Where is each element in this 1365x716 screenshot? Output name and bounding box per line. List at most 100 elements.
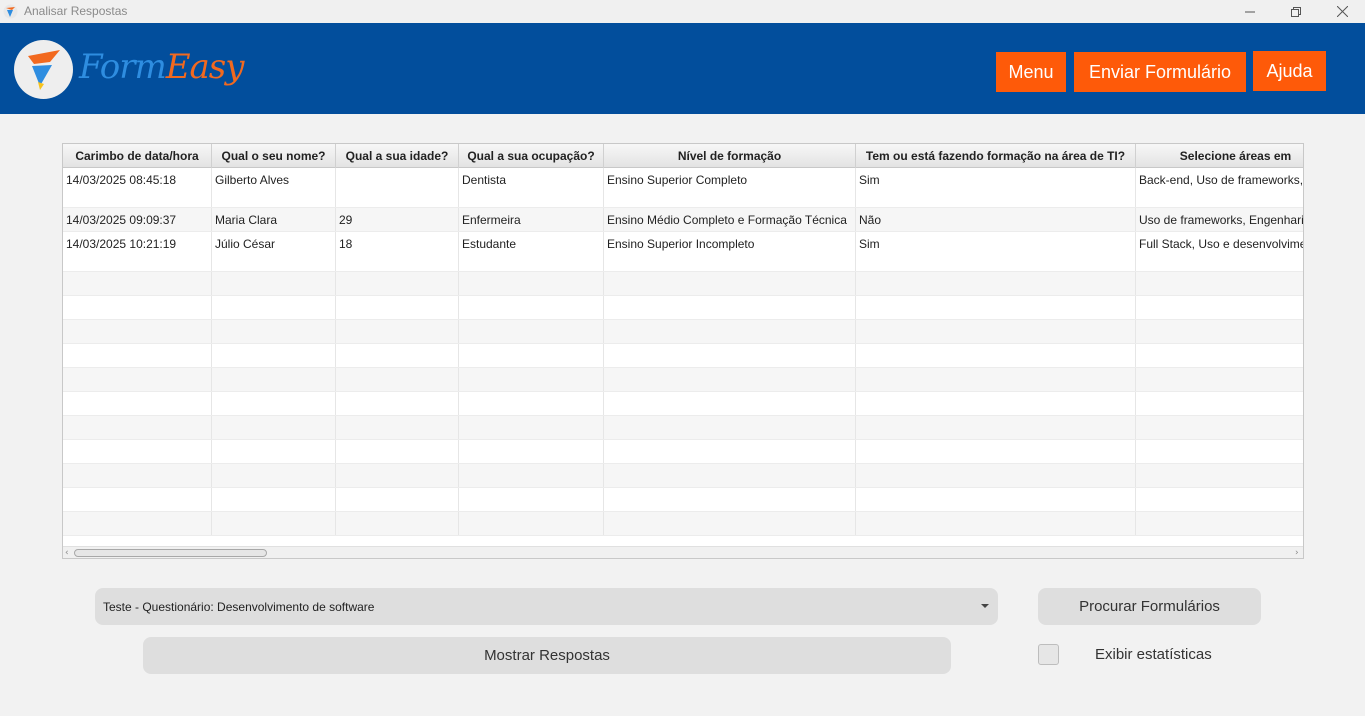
table-cell[interactable]	[336, 368, 459, 391]
table-cell[interactable]: Júlio César	[212, 232, 336, 271]
table-cell[interactable]: Maria Clara	[212, 208, 336, 231]
table-cell[interactable]	[856, 488, 1136, 511]
table-cell[interactable]	[336, 168, 459, 207]
table-cell[interactable]	[212, 296, 336, 319]
table-cell[interactable]: Ensino Superior Completo	[604, 168, 856, 207]
table-cell[interactable]: Estudante	[459, 232, 604, 271]
table-cell[interactable]	[459, 392, 604, 415]
empty-table-row[interactable]	[63, 272, 1303, 296]
table-cell[interactable]	[1136, 392, 1303, 415]
table-cell[interactable]	[63, 296, 212, 319]
table-cell[interactable]: Full Stack, Uso e desenvolvimen	[1136, 232, 1303, 271]
table-cell[interactable]: Sim	[856, 168, 1136, 207]
empty-table-row[interactable]	[63, 440, 1303, 464]
table-cell[interactable]	[856, 392, 1136, 415]
table-cell[interactable]	[63, 368, 212, 391]
scroll-right-icon[interactable]: ›	[1295, 547, 1299, 558]
close-button[interactable]	[1319, 0, 1365, 23]
table-cell[interactable]	[856, 440, 1136, 463]
empty-table-row[interactable]	[63, 416, 1303, 440]
table-cell[interactable]	[336, 512, 459, 535]
empty-table-row[interactable]	[63, 464, 1303, 488]
table-row[interactable]: 14/03/2025 09:09:37 Maria Clara 29 Enfermei…	[63, 208, 1303, 232]
table-cell[interactable]	[336, 440, 459, 463]
table-cell[interactable]	[212, 488, 336, 511]
table-cell[interactable]	[1136, 296, 1303, 319]
form-select[interactable]: Teste - Questionário: Desenvolvimento de…	[95, 588, 998, 625]
menu-button[interactable]: Menu	[996, 52, 1066, 92]
table-cell[interactable]	[459, 416, 604, 439]
column-header[interactable]: Nível de formação	[604, 144, 856, 168]
table-cell[interactable]	[459, 464, 604, 487]
table-cell[interactable]	[604, 344, 856, 367]
table-cell[interactable]	[459, 440, 604, 463]
table-cell[interactable]	[336, 272, 459, 295]
table-cell[interactable]	[604, 512, 856, 535]
table-cell[interactable]: 18	[336, 232, 459, 271]
column-header[interactable]: Carimbo de data/hora	[63, 144, 212, 168]
table-cell[interactable]: 29	[336, 208, 459, 231]
table-cell[interactable]	[212, 272, 336, 295]
table-cell[interactable]	[1136, 272, 1303, 295]
table-cell[interactable]	[212, 416, 336, 439]
table-cell[interactable]	[63, 464, 212, 487]
column-header[interactable]: Qual o seu nome?	[212, 144, 336, 168]
send-form-button[interactable]: Enviar Formulário	[1074, 52, 1246, 92]
table-cell[interactable]	[1136, 464, 1303, 487]
table-cell[interactable]	[336, 296, 459, 319]
table-cell[interactable]	[212, 344, 336, 367]
table-cell[interactable]	[604, 392, 856, 415]
responses-table[interactable]: Carimbo de data/hora Qual o seu nome? Qual…	[62, 143, 1304, 559]
column-header[interactable]: Qual a sua ocupação?	[459, 144, 604, 168]
table-cell[interactable]	[212, 320, 336, 343]
table-cell[interactable]	[212, 464, 336, 487]
scrollbar-thumb[interactable]	[74, 549, 267, 557]
empty-table-row[interactable]	[63, 488, 1303, 512]
column-header[interactable]: Tem ou está fazendo formação na área de …	[856, 144, 1136, 168]
table-cell[interactable]	[604, 368, 856, 391]
table-cell[interactable]	[63, 440, 212, 463]
table-cell[interactable]: Uso de frameworks, Engenharia	[1136, 208, 1303, 231]
table-cell[interactable]	[1136, 368, 1303, 391]
table-cell[interactable]	[604, 320, 856, 343]
table-cell[interactable]	[856, 344, 1136, 367]
table-cell[interactable]: Dentista	[459, 168, 604, 207]
empty-table-row[interactable]	[63, 368, 1303, 392]
search-forms-button[interactable]: Procurar Formulários	[1038, 588, 1261, 625]
table-cell[interactable]	[459, 272, 604, 295]
table-cell[interactable]	[1136, 320, 1303, 343]
table-cell[interactable]: Ensino Médio Completo e Formação Técnica	[604, 208, 856, 231]
empty-table-row[interactable]	[63, 344, 1303, 368]
stats-checkbox[interactable]	[1038, 644, 1059, 665]
table-cell[interactable]	[336, 488, 459, 511]
horizontal-scrollbar[interactable]: ‹ ›	[63, 546, 1303, 558]
table-cell[interactable]	[212, 440, 336, 463]
table-cell[interactable]	[1136, 512, 1303, 535]
empty-table-row[interactable]	[63, 392, 1303, 416]
table-cell[interactable]	[459, 320, 604, 343]
table-cell[interactable]	[1136, 344, 1303, 367]
table-cell[interactable]	[63, 344, 212, 367]
table-row[interactable]: 14/03/2025 10:21:19 Júlio César 18 Estudant…	[63, 232, 1303, 272]
table-cell[interactable]	[604, 440, 856, 463]
table-cell[interactable]	[459, 344, 604, 367]
table-cell[interactable]	[856, 512, 1136, 535]
empty-table-row[interactable]	[63, 512, 1303, 536]
table-cell[interactable]	[856, 368, 1136, 391]
column-header[interactable]: Qual a sua idade?	[336, 144, 459, 168]
table-cell[interactable]	[212, 368, 336, 391]
table-cell[interactable]	[856, 272, 1136, 295]
table-cell[interactable]	[1136, 416, 1303, 439]
table-cell[interactable]	[1136, 440, 1303, 463]
table-row[interactable]: 14/03/2025 08:45:18 Gilberto Alves Dentist…	[63, 168, 1303, 208]
table-cell[interactable]: Gilberto Alves	[212, 168, 336, 207]
table-cell[interactable]	[1136, 488, 1303, 511]
table-cell[interactable]	[459, 488, 604, 511]
table-cell[interactable]	[856, 296, 1136, 319]
table-cell[interactable]	[604, 272, 856, 295]
table-cell[interactable]	[63, 272, 212, 295]
table-cell[interactable]: Sim	[856, 232, 1136, 271]
table-cell[interactable]	[604, 488, 856, 511]
table-cell[interactable]	[604, 296, 856, 319]
table-cell[interactable]	[212, 512, 336, 535]
